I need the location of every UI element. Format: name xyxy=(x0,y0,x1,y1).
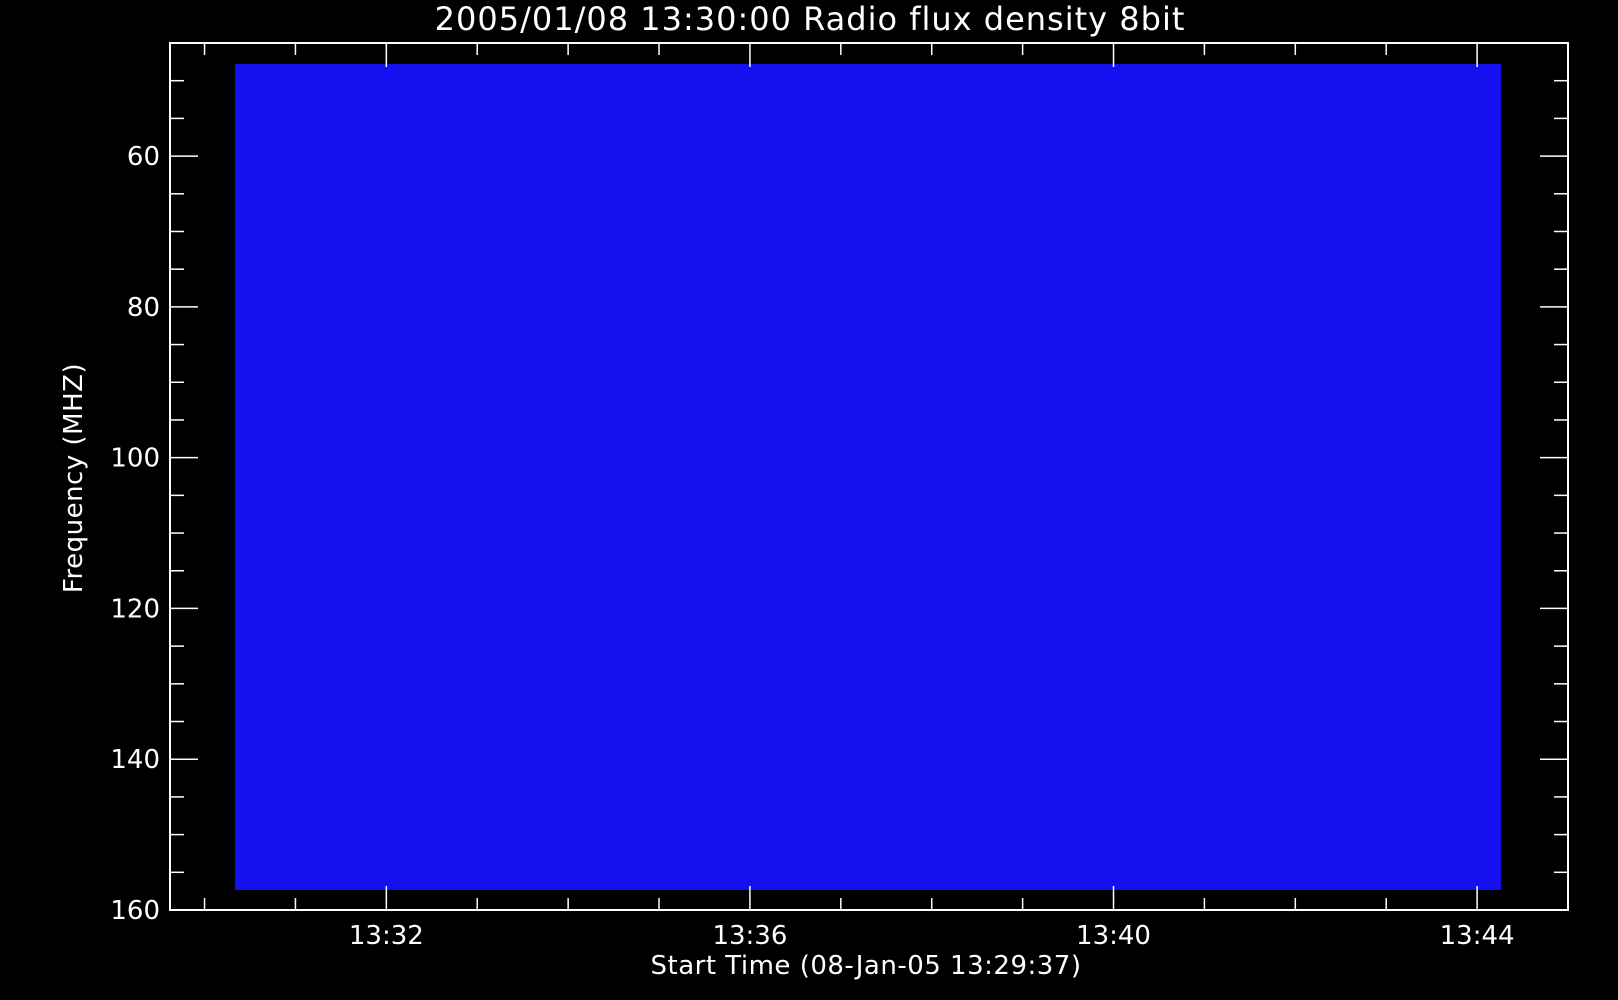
chart-title: 2005/01/08 13:30:00 Radio flux density 8… xyxy=(435,0,1186,38)
heatmap-background xyxy=(235,64,1501,890)
spectrogram-chart: 2005/01/08 13:30:00 Radio flux density 8… xyxy=(59,0,1569,981)
